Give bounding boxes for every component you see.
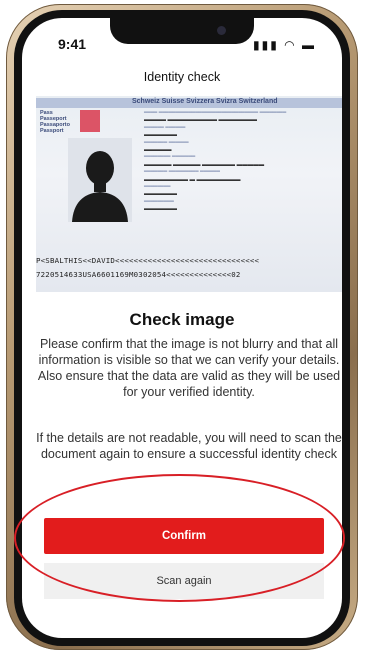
passport-header: Schweiz Suisse Svizzera Svizra Switzerla… — [36, 98, 342, 108]
passport-fields: ━━━━ ━━━━━━━━━━━━━━━━━━━━━━━━━━━━━━ ━━━━… — [144, 110, 287, 213]
passport-emblem — [80, 110, 100, 132]
passport-labels: Pass Passeport Passaporto Passport — [40, 110, 70, 134]
scan-again-button[interactable]: Scan again — [44, 563, 324, 599]
instructions-paragraph: Please confirm that the image is not blu… — [37, 337, 341, 399]
page-title: Identity check — [143, 70, 221, 84]
status-icons: ▮▮▮ ◠ ▬ — [253, 38, 316, 52]
passport-mrz-line-1: P<SBALTHIS<<DAVID<<<<<<<<<<<<<<<<<<<<<<<… — [36, 256, 260, 265]
battery-icon: ▬ — [302, 38, 316, 52]
passport-label: Passport — [40, 128, 64, 134]
passport-country-text: Schweiz Suisse Svizzera Svizra Switzerla… — [132, 98, 278, 105]
passport-photo — [68, 138, 132, 222]
passport-mrz-line-2: 7220514633USA6601169M0302054<<<<<<<<<<<<… — [36, 270, 241, 279]
signal-icon: ▮▮▮ — [253, 38, 279, 52]
rescan-hint-paragraph: If the details are not readable, you wil… — [36, 431, 342, 461]
passport-image: Schweiz Suisse Svizzera Svizra Switzerla… — [36, 96, 342, 292]
wifi-icon: ◠ — [284, 38, 297, 52]
phone-screen: 9:41 ▮▮▮ ◠ ▬ Identity check Schweiz Suis… — [22, 18, 342, 638]
status-time: 9:41 — [58, 36, 87, 52]
check-image-heading: Check image — [129, 310, 235, 329]
notch — [110, 18, 254, 44]
camera-icon — [217, 26, 226, 35]
confirm-button[interactable]: Confirm — [44, 518, 324, 554]
